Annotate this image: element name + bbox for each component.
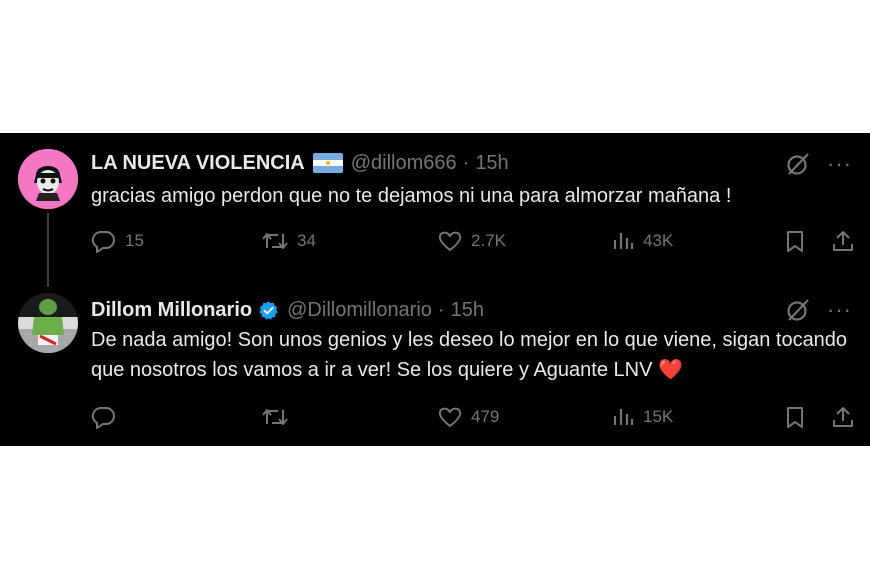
like-count: 479 (471, 407, 500, 426)
avatar[interactable] (18, 293, 78, 353)
user-handle[interactable]: @dillom666 (351, 152, 457, 175)
reply-button[interactable] (91, 405, 125, 429)
views-count: 43K (643, 231, 674, 250)
tweet-text: gracias amigo perdon que no te dejamos n… (91, 185, 732, 207)
tweet-actions: 15 34 2.7K 43K (91, 229, 853, 255)
tweet-actions: 479 15K (91, 405, 853, 431)
retweet-button[interactable] (261, 405, 297, 429)
tweet-text: De nada amigo! Son unos genios y les des… (91, 329, 848, 381)
bookmark-icon (787, 407, 803, 428)
share-button[interactable] (831, 229, 863, 253)
heart-icon (438, 407, 462, 427)
avatar-photo-icon (18, 293, 78, 353)
display-name[interactable]: Dillom Millonario (91, 299, 252, 322)
retweet-count: 34 (297, 231, 316, 250)
reply-icon (91, 406, 115, 429)
tweet-header: Dillom Millonario @Dillomillonario · 15h (91, 297, 484, 323)
analytics-icon (613, 233, 634, 249)
tweet-top-icons: ··· (785, 151, 852, 177)
tweet[interactable]: Dillom Millonario @Dillomillonario · 15h… (0, 293, 870, 446)
more-options-icon[interactable]: ··· (827, 153, 852, 175)
views-button[interactable]: 43K (611, 229, 673, 253)
separator-dot: · (462, 151, 470, 174)
like-button[interactable]: 479 (437, 405, 499, 429)
retweet-icon (262, 233, 288, 249)
timestamp[interactable]: 15h (475, 152, 508, 175)
tweet-thread: LA NUEVA VIOLENCIA @dillom666 · 15h ··· … (0, 133, 870, 446)
like-count: 2.7K (471, 231, 506, 250)
share-icon (833, 231, 853, 251)
retweet-icon (262, 409, 288, 425)
analytics-icon (613, 409, 634, 425)
views-button[interactable]: 15K (611, 405, 673, 429)
avatar[interactable] (18, 149, 78, 209)
separator-dot: · (437, 298, 445, 321)
views-count: 15K (643, 407, 674, 426)
grok-icon[interactable] (785, 151, 811, 177)
like-button[interactable]: 2.7K (437, 229, 506, 253)
share-button[interactable] (831, 405, 863, 429)
display-name[interactable]: LA NUEVA VIOLENCIA (91, 152, 305, 175)
reply-count: 15 (125, 231, 144, 250)
tweet[interactable]: LA NUEVA VIOLENCIA @dillom666 · 15h ··· … (0, 133, 870, 293)
tweet-header: LA NUEVA VIOLENCIA @dillom666 · 15h (91, 150, 509, 176)
share-icon (833, 407, 853, 427)
reply-icon (91, 230, 115, 253)
bookmark-button[interactable] (783, 405, 815, 429)
reply-button[interactable]: 15 (91, 229, 144, 253)
thread-connector-line (47, 213, 49, 287)
avatar-cartoon-icon (18, 149, 78, 209)
argentina-flag-icon (312, 153, 343, 173)
more-options-icon[interactable]: ··· (827, 299, 852, 321)
user-handle[interactable]: @Dillomillonario (287, 299, 432, 322)
bookmark-button[interactable] (783, 229, 815, 253)
bookmark-icon (787, 231, 803, 252)
heart-icon (438, 231, 462, 251)
verified-badge-icon[interactable] (258, 300, 279, 321)
retweet-button[interactable]: 34 (261, 229, 316, 253)
grok-icon[interactable] (785, 297, 811, 323)
tweet-top-icons: ··· (785, 297, 852, 323)
timestamp[interactable]: 15h (451, 299, 484, 322)
